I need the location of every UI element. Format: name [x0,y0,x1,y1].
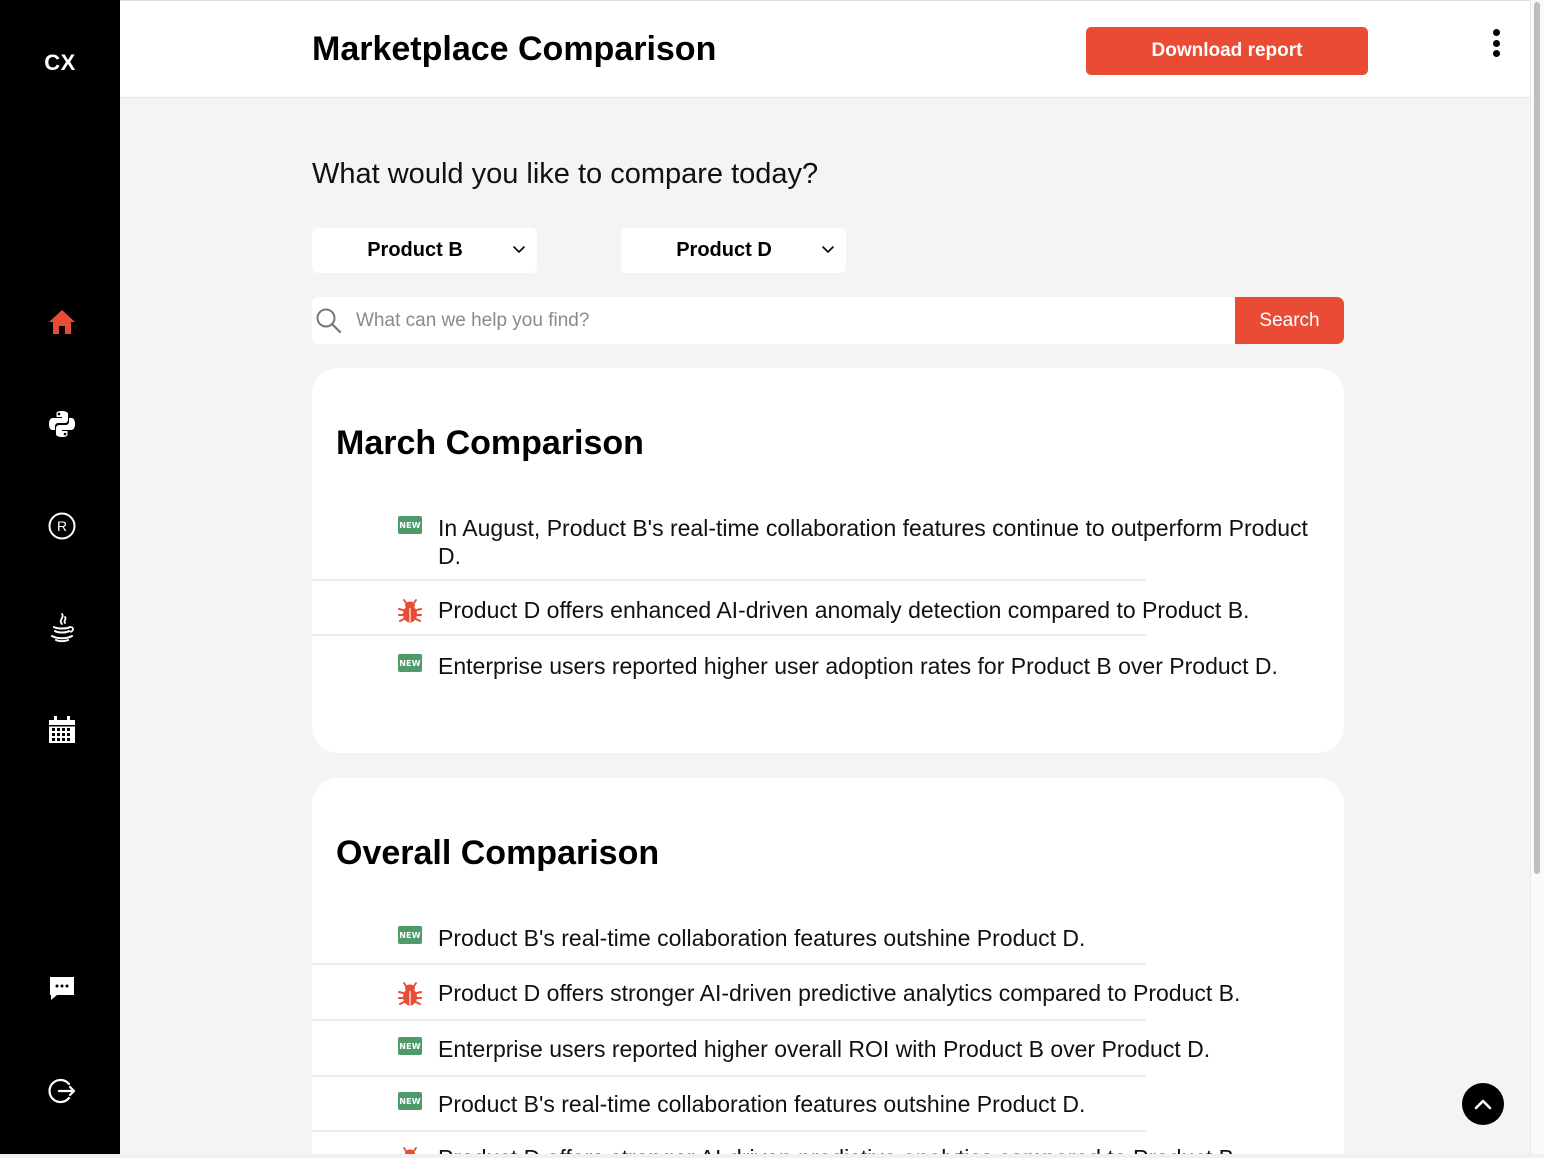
python-icon [49,411,75,437]
bug-icon [398,599,422,623]
page-scrollbar[interactable] [1530,0,1544,1154]
sidebar-item-home[interactable] [38,298,86,346]
search-bar: Search [312,297,1344,344]
divider [312,963,1146,965]
sidebar-item-r[interactable]: R [38,502,86,550]
search-button[interactable]: Search [1235,297,1344,344]
item-text: In August, Product B's real-time collabo… [438,515,1308,569]
sidebar-item-python[interactable] [38,400,86,448]
viewport-bottom-edge [0,1154,1544,1158]
march-comparison-card: March Comparison NEW In August, Product … [312,368,1344,753]
sidebar-item-calendar[interactable] [38,706,86,754]
item-text: Enterprise users reported higher overall… [438,1036,1211,1062]
item-text: Product D offers enhanced AI-driven anom… [438,597,1250,623]
r-icon: R [48,512,76,540]
chevron-up-icon [1474,1099,1492,1110]
calendar-icon [49,716,75,743]
new-badge-icon: NEW [398,516,422,534]
scroll-to-top-button[interactable] [1462,1083,1504,1125]
chevron-down-icon [822,246,834,253]
item-text: Enterprise users reported higher user ad… [438,653,1278,679]
product-b-select[interactable]: Product D [621,228,846,273]
new-badge-icon: NEW [398,926,422,944]
product-b-value: Product D [676,239,772,261]
chevron-down-icon [513,246,525,253]
svg-text:R: R [57,518,67,534]
sidebar: CX R [0,0,120,1154]
item-text: Product B's real-time collaboration feat… [438,925,1086,951]
brand-logo[interactable]: CX [0,50,120,76]
divider [312,1019,1146,1021]
search-icon [316,308,342,334]
bug-icon [398,982,422,1006]
divider [312,1130,1146,1132]
sidebar-item-logout[interactable] [38,1067,86,1115]
scrollbar-thumb[interactable] [1534,2,1540,874]
search-input[interactable] [356,297,1226,344]
product-a-select[interactable]: Product B [312,228,537,273]
top-header: Marketplace Comparison Download report [120,0,1530,98]
overall-comparison-card: Overall Comparison NEW Product B's real-… [312,778,1344,1158]
product-a-value: Product B [367,239,463,261]
divider [312,1075,1146,1077]
new-badge-icon: NEW [398,654,422,672]
new-badge-icon: NEW [398,1037,422,1055]
chat-icon [50,977,74,1000]
logout-icon [48,1078,76,1104]
section-title: Overall Comparison [336,834,660,872]
more-vertical-icon[interactable] [1484,25,1508,61]
item-text: Product B's real-time collaboration feat… [438,1091,1086,1117]
page-title: Marketplace Comparison [312,30,717,68]
compare-prompt: What would you like to compare today? [312,158,819,190]
divider [312,579,1146,581]
new-badge-icon: NEW [398,1092,422,1110]
sidebar-item-java[interactable] [38,604,86,652]
section-title: March Comparison [336,424,644,462]
java-icon [51,613,74,643]
item-text: Product D offers stronger AI-driven pred… [438,980,1241,1006]
download-report-button[interactable]: Download report [1086,27,1368,75]
home-icon [49,310,75,334]
divider [312,634,1146,636]
sidebar-item-chat[interactable] [38,964,86,1012]
